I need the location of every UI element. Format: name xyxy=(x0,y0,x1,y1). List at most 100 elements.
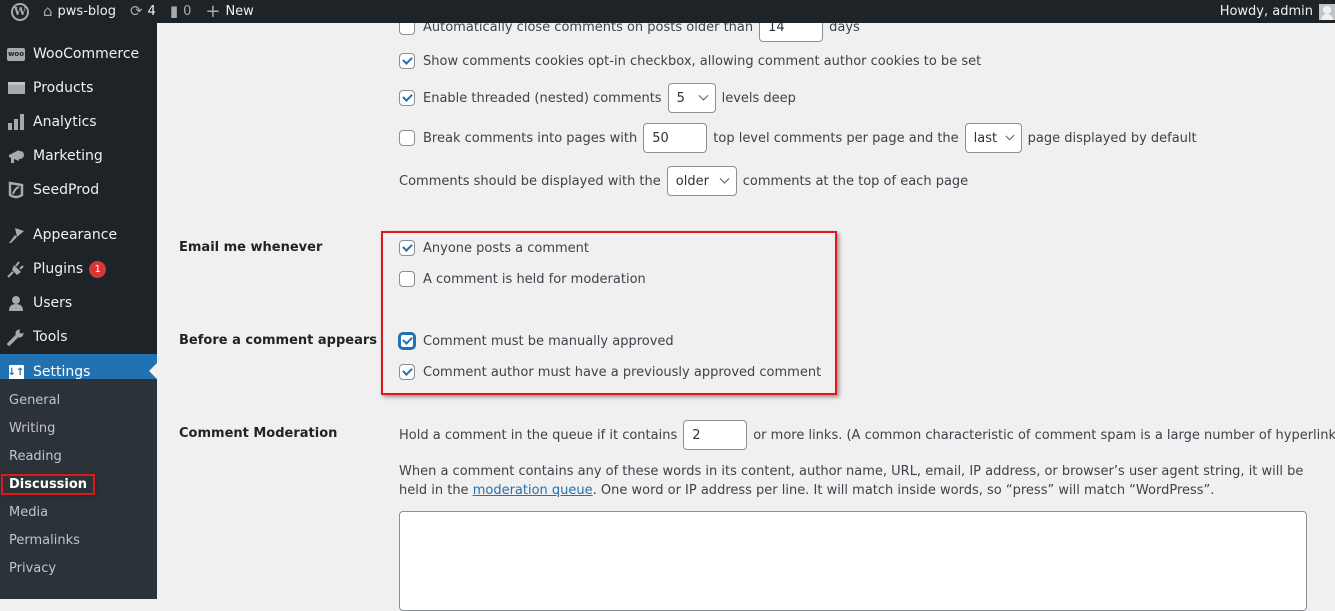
updates-count: 4 xyxy=(147,4,156,19)
sidebar-item-seedprod[interactable]: SeedProd xyxy=(0,173,157,207)
hold-links-suffix: or more links. (A common characteristic … xyxy=(753,427,1335,443)
paged-checkbox[interactable] xyxy=(399,130,415,146)
leaf-icon xyxy=(6,180,26,200)
comment-icon: ▮ xyxy=(169,2,179,20)
chevron-down-icon xyxy=(698,90,709,101)
paged-label: Break comments into pages with xyxy=(423,130,638,146)
submenu-label: Reading xyxy=(9,448,62,464)
cookies-optin-label: Show comments cookies opt-in checkbox, a… xyxy=(423,53,982,69)
order-label: Comments should be displayed with the xyxy=(399,173,661,189)
site-name: pws-blog xyxy=(57,4,116,19)
threaded-checkbox[interactable] xyxy=(399,90,415,106)
my-account-link[interactable]: Howdy, admin xyxy=(1219,3,1335,20)
megaphone-icon xyxy=(6,146,26,166)
sidebar-item-appearance[interactable]: Appearance xyxy=(0,218,157,252)
default-page-value: last xyxy=(973,130,998,146)
order-suffix: comments at the top of each page xyxy=(742,173,969,189)
plug-icon xyxy=(6,259,26,279)
updates-icon: ⟳ xyxy=(129,2,143,20)
paged-suffix: page displayed by default xyxy=(1027,130,1197,146)
admin-bar: W ⌂ pws-blog ⟳ 4 ▮ 0 + New Howdy, admin xyxy=(0,0,1335,23)
submenu-item-permalinks[interactable]: Permalinks xyxy=(0,526,157,554)
submenu-label: Discussion xyxy=(0,473,96,495)
sidebar-item-label: Analytics xyxy=(33,114,97,130)
sidebar-item-label: WooCommerce xyxy=(33,46,140,62)
comment-order-value: older xyxy=(675,173,709,189)
discussion-settings-form: Automatically close comments on posts ol… xyxy=(157,12,1335,611)
avatar xyxy=(1319,3,1335,20)
user-icon xyxy=(6,293,26,313)
sidebar-item-label: Plugins xyxy=(33,261,84,277)
plus-icon: + xyxy=(205,0,221,22)
home-icon: ⌂ xyxy=(43,2,53,20)
sidebar-item-label: Settings xyxy=(33,364,91,380)
sidebar-item-analytics[interactable]: Analytics xyxy=(0,105,157,139)
moderation-heading: Comment Moderation xyxy=(179,426,338,441)
updates-link[interactable]: ⟳ 4 xyxy=(123,0,163,23)
submenu-label: General xyxy=(9,392,61,408)
paged-middle-text: top level comments per page and the xyxy=(713,130,959,146)
sidebar-item-label: Products xyxy=(33,80,94,96)
paged-row: Break comments into pages with 50 top le… xyxy=(399,123,1197,153)
bar-chart-icon xyxy=(6,112,26,132)
order-row: Comments should be displayed with the ol… xyxy=(399,166,968,196)
admin-sidebar: woo WooCommerce Products Analytics Marke… xyxy=(0,23,157,599)
sidebar-item-label: Users xyxy=(33,295,73,311)
paintbrush-icon xyxy=(6,225,26,245)
email-me-heading: Email me whenever xyxy=(179,240,323,255)
threaded-label: Enable threaded (nested) comments xyxy=(423,90,662,106)
submenu-item-writing[interactable]: Writing xyxy=(0,414,157,442)
plugins-update-badge: 1 xyxy=(89,260,107,278)
moderation-desc-text-2: . One word or IP address per line. It wi… xyxy=(592,483,1215,498)
chevron-down-icon xyxy=(1005,130,1015,140)
submenu-item-discussion[interactable]: Discussion xyxy=(0,470,157,498)
sidebar-item-label: Tools xyxy=(33,329,68,345)
annotation-highlight-box xyxy=(381,231,837,395)
woocommerce-icon: woo xyxy=(6,44,26,64)
thread-depth-select[interactable]: 5 xyxy=(667,83,716,113)
sidebar-item-plugins[interactable]: Plugins 1 xyxy=(0,252,157,286)
sidebar-item-products[interactable]: Products xyxy=(0,71,157,105)
submenu-label: Permalinks xyxy=(9,532,80,548)
site-name-link[interactable]: ⌂ pws-blog xyxy=(36,0,123,23)
threaded-suffix: levels deep xyxy=(721,90,796,106)
sidebar-item-woocommerce[interactable]: woo WooCommerce xyxy=(0,37,157,71)
greeting: Howdy, admin xyxy=(1219,4,1313,19)
submenu-label: Writing xyxy=(9,420,56,436)
max-links-input[interactable]: 2 xyxy=(683,420,748,450)
submenu-label: Privacy xyxy=(9,560,57,576)
wrench-icon xyxy=(6,327,26,347)
comments-link[interactable]: ▮ 0 xyxy=(163,0,199,23)
archive-icon xyxy=(6,78,26,98)
sidebar-item-label: Appearance xyxy=(33,227,118,243)
sidebar-item-marketing[interactable]: Marketing xyxy=(0,139,157,173)
moderation-keys-textarea[interactable] xyxy=(399,511,1307,611)
wordpress-icon: W xyxy=(11,2,29,21)
sidebar-item-label: Marketing xyxy=(33,148,103,164)
threaded-row: Enable threaded (nested) comments 5 leve… xyxy=(399,83,796,113)
moderation-description: When a comment contains any of these wor… xyxy=(399,462,1324,500)
cookies-optin-checkbox[interactable] xyxy=(399,53,415,69)
cookies-optin-row: Show comments cookies opt-in checkbox, a… xyxy=(399,53,981,69)
submenu-item-reading[interactable]: Reading xyxy=(0,442,157,470)
submenu-item-privacy[interactable]: Privacy xyxy=(0,554,157,582)
submenu-item-media[interactable]: Media xyxy=(0,498,157,526)
sidebar-item-label: SeedProd xyxy=(33,182,100,198)
hold-links-prefix: Hold a comment in the queue if it contai… xyxy=(399,427,678,443)
settings-submenu: General Writing Reading Discussion Media… xyxy=(0,379,157,599)
default-page-select[interactable]: last xyxy=(964,123,1022,153)
sidebar-item-tools[interactable]: Tools xyxy=(0,320,157,354)
sidebar-item-users[interactable]: Users xyxy=(0,286,157,320)
submenu-item-general[interactable]: General xyxy=(0,386,157,414)
new-label: New xyxy=(225,4,254,19)
comments-count: 0 xyxy=(183,4,192,19)
thread-depth-value: 5 xyxy=(676,90,685,106)
comment-order-select[interactable]: older xyxy=(666,166,737,196)
new-content-button[interactable]: + New xyxy=(198,0,260,23)
submenu-label: Media xyxy=(9,504,49,520)
wp-logo-button[interactable]: W xyxy=(0,0,36,23)
chevron-down-icon xyxy=(719,173,730,184)
comments-per-page-input[interactable]: 50 xyxy=(643,123,708,153)
before-appears-heading: Before a comment appears xyxy=(179,333,378,348)
moderation-queue-link[interactable]: moderation queue xyxy=(473,483,593,498)
